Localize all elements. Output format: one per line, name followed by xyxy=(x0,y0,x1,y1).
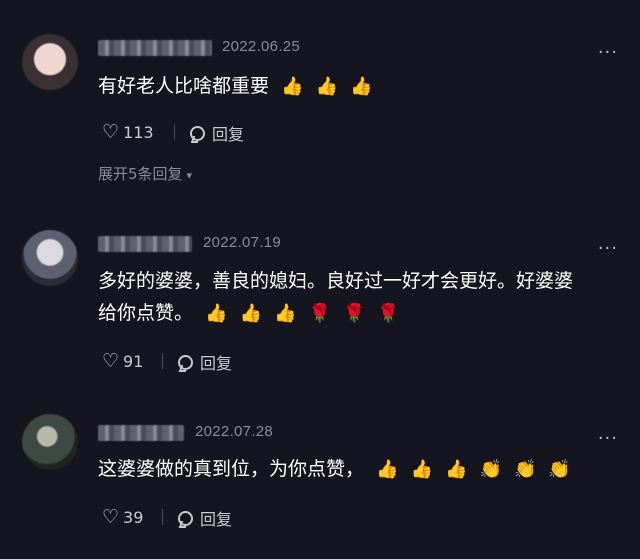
comment-text-body: 给你点赞。 xyxy=(98,302,194,324)
expand-replies-label: 展开5条回复 xyxy=(98,165,183,183)
clapping-hands-icon: 👏 xyxy=(513,459,537,480)
clapping-hands-icon: 👏 xyxy=(548,459,571,480)
comment-date: 2022.07.28 xyxy=(195,423,274,440)
comment-text: 有好老人比啥都重要 👍 👍 👍 xyxy=(98,70,618,103)
rose-icon: 🌹 xyxy=(308,303,331,324)
thumbs-up-icon: 👍 xyxy=(350,76,373,97)
comment-bubble-icon xyxy=(190,125,205,141)
expand-replies-button[interactable]: 展开5条回复 ▾ xyxy=(98,163,192,184)
reply-button[interactable]: 回复 xyxy=(178,350,232,374)
divider xyxy=(162,353,163,369)
avatar[interactable] xyxy=(22,34,78,90)
comment-bubble-icon xyxy=(178,354,193,370)
heart-icon: ♡ xyxy=(102,350,120,372)
like-count: 91 xyxy=(123,351,144,371)
more-options-icon[interactable]: ··· xyxy=(598,44,618,62)
comment-text-body: 这婆婆做的真到位，为你点赞， xyxy=(98,458,365,480)
username-blurred[interactable] xyxy=(98,236,192,252)
reply-button[interactable]: 回复 xyxy=(190,121,244,145)
like-button[interactable]: ♡ 113 xyxy=(102,121,154,143)
avatar[interactable] xyxy=(22,414,78,470)
username-blurred[interactable] xyxy=(98,40,212,56)
comment-date: 2022.06.25 xyxy=(222,38,301,55)
thumbs-up-icon: 👍 xyxy=(410,459,433,480)
like-count: 39 xyxy=(123,507,144,527)
thumbs-up-icon: 👍 xyxy=(274,303,297,324)
comment-bubble-icon xyxy=(178,510,193,526)
thumbs-up-icon: 👍 xyxy=(281,76,304,97)
more-options-icon[interactable]: ··· xyxy=(598,430,618,448)
comment-text-line-2: 给你点赞。 👍 👍 👍 🌹 🌹 🌹 xyxy=(98,297,618,330)
divider xyxy=(162,509,163,525)
like-button[interactable]: ♡ 91 xyxy=(102,350,143,372)
reply-label: 回复 xyxy=(200,510,233,529)
thumbs-up-icon: 👍 xyxy=(376,459,399,480)
heart-icon: ♡ xyxy=(102,506,120,528)
thumbs-up-icon: 👍 xyxy=(205,303,228,324)
reply-label: 回复 xyxy=(212,125,245,144)
comment-text-body: 有好老人比啥都重要 xyxy=(98,75,270,97)
avatar[interactable] xyxy=(22,230,78,286)
reply-label: 回复 xyxy=(200,354,233,373)
username-blurred[interactable] xyxy=(98,425,184,441)
thumbs-up-icon: 👍 xyxy=(445,459,468,480)
comment-text: 这婆婆做的真到位，为你点赞， 👍 👍 👍 👏 👏 👏 xyxy=(98,453,618,486)
clapping-hands-icon: 👏 xyxy=(479,459,502,480)
reply-button[interactable]: 回复 xyxy=(178,506,232,530)
rose-icon: 🌹 xyxy=(342,303,366,324)
heart-icon: ♡ xyxy=(102,121,120,143)
comment-date: 2022.07.19 xyxy=(203,234,282,251)
divider xyxy=(174,124,175,140)
more-options-icon[interactable]: ··· xyxy=(598,240,618,258)
thumbs-up-icon: 👍 xyxy=(315,76,338,97)
comment-text: 多好的婆婆，善良的媳妇。良好过一好才会更好。好婆婆 给你点赞。 👍 👍 👍 🌹 … xyxy=(98,265,618,330)
comment-text-line: 多好的婆婆，善良的媳妇。良好过一好才会更好。好婆婆 xyxy=(98,270,574,292)
like-button[interactable]: ♡ 39 xyxy=(102,506,143,528)
chevron-down-icon: ▾ xyxy=(186,169,193,182)
thumbs-up-icon: 👍 xyxy=(239,303,262,324)
like-count: 113 xyxy=(123,122,154,142)
rose-icon: 🌹 xyxy=(377,303,400,324)
